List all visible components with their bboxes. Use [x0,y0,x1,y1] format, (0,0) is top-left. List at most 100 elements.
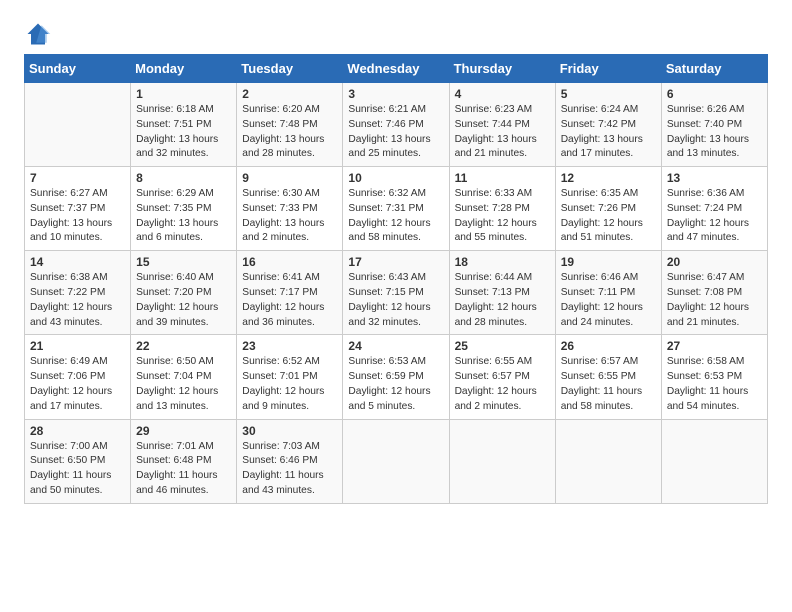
calendar-cell: 9Sunrise: 6:30 AM Sunset: 7:33 PM Daylig… [237,167,343,251]
header-day-thursday: Thursday [449,55,555,83]
calendar-cell: 24Sunrise: 6:53 AM Sunset: 6:59 PM Dayli… [343,335,449,419]
cell-content: Sunrise: 6:23 AM Sunset: 7:44 PM Dayligh… [455,103,550,162]
day-number: 18 [455,255,550,269]
calendar-cell: 15Sunrise: 6:40 AM Sunset: 7:20 PM Dayli… [131,251,237,335]
calendar-cell: 27 Sunrise: 6:58 AM Sunset: 6:53 PM Dayli… [661,335,767,419]
day-number: 22 [136,339,231,353]
week-row-1: 1 Sunrise: 6:18 AM Sunset: 7:51 PM Daylig… [25,83,768,167]
calendar-cell: 11 Sunrise: 6:33 AM Sunset: 7:28 PM Dayli… [449,167,555,251]
day-number: 21 [30,339,125,353]
calendar-cell: 2 Sunrise: 6:20 AM Sunset: 7:48 PM Daylig… [237,83,343,167]
day-number: 13 [667,171,762,185]
day-number: 12 [561,171,656,185]
calendar-cell [343,419,449,503]
day-number: 29 [136,424,231,438]
cell-content: Sunrise: 6:47 AM Sunset: 7:08 PM Dayligh… [667,271,762,330]
day-number: 30 [242,424,337,438]
calendar-cell: 12 Sunrise: 6:35 AM Sunset: 7:26 PM Dayli… [555,167,661,251]
calendar-cell: 13 Sunrise: 6:36 AM Sunset: 7:24 PM Dayli… [661,167,767,251]
calendar-cell: 6Sunrise: 6:26 AM Sunset: 7:40 PM Daylig… [661,83,767,167]
day-number: 20 [667,255,762,269]
calendar-cell: 8 Sunrise: 6:29 AM Sunset: 7:35 PM Daylig… [131,167,237,251]
calendar-cell: 10 Sunrise: 6:32 AM Sunset: 7:31 PM Dayli… [343,167,449,251]
cell-content: Sunrise: 6:24 AM Sunset: 7:42 PM Dayligh… [561,103,656,162]
page-header [24,20,768,48]
day-number: 27 [667,339,762,353]
header-day-saturday: Saturday [661,55,767,83]
cell-content: Sunrise: 6:33 AM Sunset: 7:28 PM Dayligh… [455,187,550,246]
day-number: 8 [136,171,231,185]
cell-content: Sunrise: 6:50 AM Sunset: 7:04 PM Dayligh… [136,355,231,414]
cell-content: Sunrise: 6:35 AM Sunset: 7:26 PM Dayligh… [561,187,656,246]
week-row-4: 21 Sunrise: 6:49 AM Sunset: 7:06 PM Dayli… [25,335,768,419]
day-number: 11 [455,171,550,185]
calendar-cell [449,419,555,503]
day-number: 19 [561,255,656,269]
day-number: 9 [242,171,337,185]
calendar-cell: 25 Sunrise: 6:55 AM Sunset: 6:57 PM Dayli… [449,335,555,419]
calendar-cell [555,419,661,503]
day-number: 14 [30,255,125,269]
day-number: 23 [242,339,337,353]
cell-content: Sunrise: 6:36 AM Sunset: 7:24 PM Dayligh… [667,187,762,246]
day-number: 4 [455,87,550,101]
calendar-cell [661,419,767,503]
week-row-5: 28Sunrise: 7:00 AM Sunset: 6:50 PM Dayli… [25,419,768,503]
calendar-cell: 30 Sunrise: 7:03 AM Sunset: 6:46 PM Dayli… [237,419,343,503]
calendar-cell: 16 Sunrise: 6:41 AM Sunset: 7:17 PM Dayli… [237,251,343,335]
cell-content: Sunrise: 6:58 AM Sunset: 6:53 PM Dayligh… [667,355,762,414]
calendar-body: 1 Sunrise: 6:18 AM Sunset: 7:51 PM Daylig… [25,83,768,504]
cell-content: Sunrise: 6:18 AM Sunset: 7:51 PM Dayligh… [136,103,231,162]
calendar-cell: 1 Sunrise: 6:18 AM Sunset: 7:51 PM Daylig… [131,83,237,167]
calendar-cell: 18 Sunrise: 6:44 AM Sunset: 7:13 PM Dayli… [449,251,555,335]
calendar-cell: 20 Sunrise: 6:47 AM Sunset: 7:08 PM Dayli… [661,251,767,335]
cell-content: Sunrise: 6:27 AM Sunset: 7:37 PM Dayligh… [30,187,125,246]
cell-content: Sunrise: 6:55 AM Sunset: 6:57 PM Dayligh… [455,355,550,414]
calendar-cell: 22 Sunrise: 6:50 AM Sunset: 7:04 PM Dayli… [131,335,237,419]
cell-content: Sunrise: 6:40 AM Sunset: 7:20 PM Dayligh… [136,271,231,330]
day-number: 2 [242,87,337,101]
header-day-wednesday: Wednesday [343,55,449,83]
cell-content: Sunrise: 7:01 AM Sunset: 6:48 PM Dayligh… [136,440,231,499]
calendar-cell: 17 Sunrise: 6:43 AM Sunset: 7:15 PM Dayli… [343,251,449,335]
cell-content: Sunrise: 6:38 AM Sunset: 7:22 PM Dayligh… [30,271,125,330]
calendar-cell: 7 Sunrise: 6:27 AM Sunset: 7:37 PM Daylig… [25,167,131,251]
calendar-cell: 26 Sunrise: 6:57 AM Sunset: 6:55 PM Dayli… [555,335,661,419]
cell-content: Sunrise: 6:46 AM Sunset: 7:11 PM Dayligh… [561,271,656,330]
day-number: 7 [30,171,125,185]
logo [24,20,56,48]
day-number: 16 [242,255,337,269]
calendar-cell: 23 Sunrise: 6:52 AM Sunset: 7:01 PM Dayli… [237,335,343,419]
calendar-cell: 19 Sunrise: 6:46 AM Sunset: 7:11 PM Dayli… [555,251,661,335]
cell-content: Sunrise: 6:49 AM Sunset: 7:06 PM Dayligh… [30,355,125,414]
week-row-2: 7 Sunrise: 6:27 AM Sunset: 7:37 PM Daylig… [25,167,768,251]
day-number: 17 [348,255,443,269]
day-number: 1 [136,87,231,101]
cell-content: Sunrise: 6:52 AM Sunset: 7:01 PM Dayligh… [242,355,337,414]
week-row-3: 14 Sunrise: 6:38 AM Sunset: 7:22 PM Dayli… [25,251,768,335]
calendar-cell: 4 Sunrise: 6:23 AM Sunset: 7:44 PM Daylig… [449,83,555,167]
cell-content: Sunrise: 6:29 AM Sunset: 7:35 PM Dayligh… [136,187,231,246]
calendar-cell [25,83,131,167]
cell-content: Sunrise: 6:32 AM Sunset: 7:31 PM Dayligh… [348,187,443,246]
calendar-cell: 3Sunrise: 6:21 AM Sunset: 7:46 PM Daylig… [343,83,449,167]
cell-content: Sunrise: 6:20 AM Sunset: 7:48 PM Dayligh… [242,103,337,162]
calendar-cell: 29 Sunrise: 7:01 AM Sunset: 6:48 PM Dayli… [131,419,237,503]
cell-content: Sunrise: 6:43 AM Sunset: 7:15 PM Dayligh… [348,271,443,330]
header-day-monday: Monday [131,55,237,83]
day-number: 10 [348,171,443,185]
cell-content: Sunrise: 7:03 AM Sunset: 6:46 PM Dayligh… [242,440,337,499]
calendar-cell: 28Sunrise: 7:00 AM Sunset: 6:50 PM Dayli… [25,419,131,503]
header-day-tuesday: Tuesday [237,55,343,83]
cell-content: Sunrise: 6:41 AM Sunset: 7:17 PM Dayligh… [242,271,337,330]
calendar-table: SundayMondayTuesdayWednesdayThursdayFrid… [24,54,768,504]
cell-content: Sunrise: 6:53 AM Sunset: 6:59 PM Dayligh… [348,355,443,414]
cell-content: Sunrise: 6:44 AM Sunset: 7:13 PM Dayligh… [455,271,550,330]
calendar-cell: 14 Sunrise: 6:38 AM Sunset: 7:22 PM Dayli… [25,251,131,335]
cell-content: Sunrise: 6:57 AM Sunset: 6:55 PM Dayligh… [561,355,656,414]
day-number: 26 [561,339,656,353]
calendar-header: SundayMondayTuesdayWednesdayThursdayFrid… [25,55,768,83]
day-number: 25 [455,339,550,353]
day-number: 28 [30,424,125,438]
calendar-cell: 21 Sunrise: 6:49 AM Sunset: 7:06 PM Dayli… [25,335,131,419]
